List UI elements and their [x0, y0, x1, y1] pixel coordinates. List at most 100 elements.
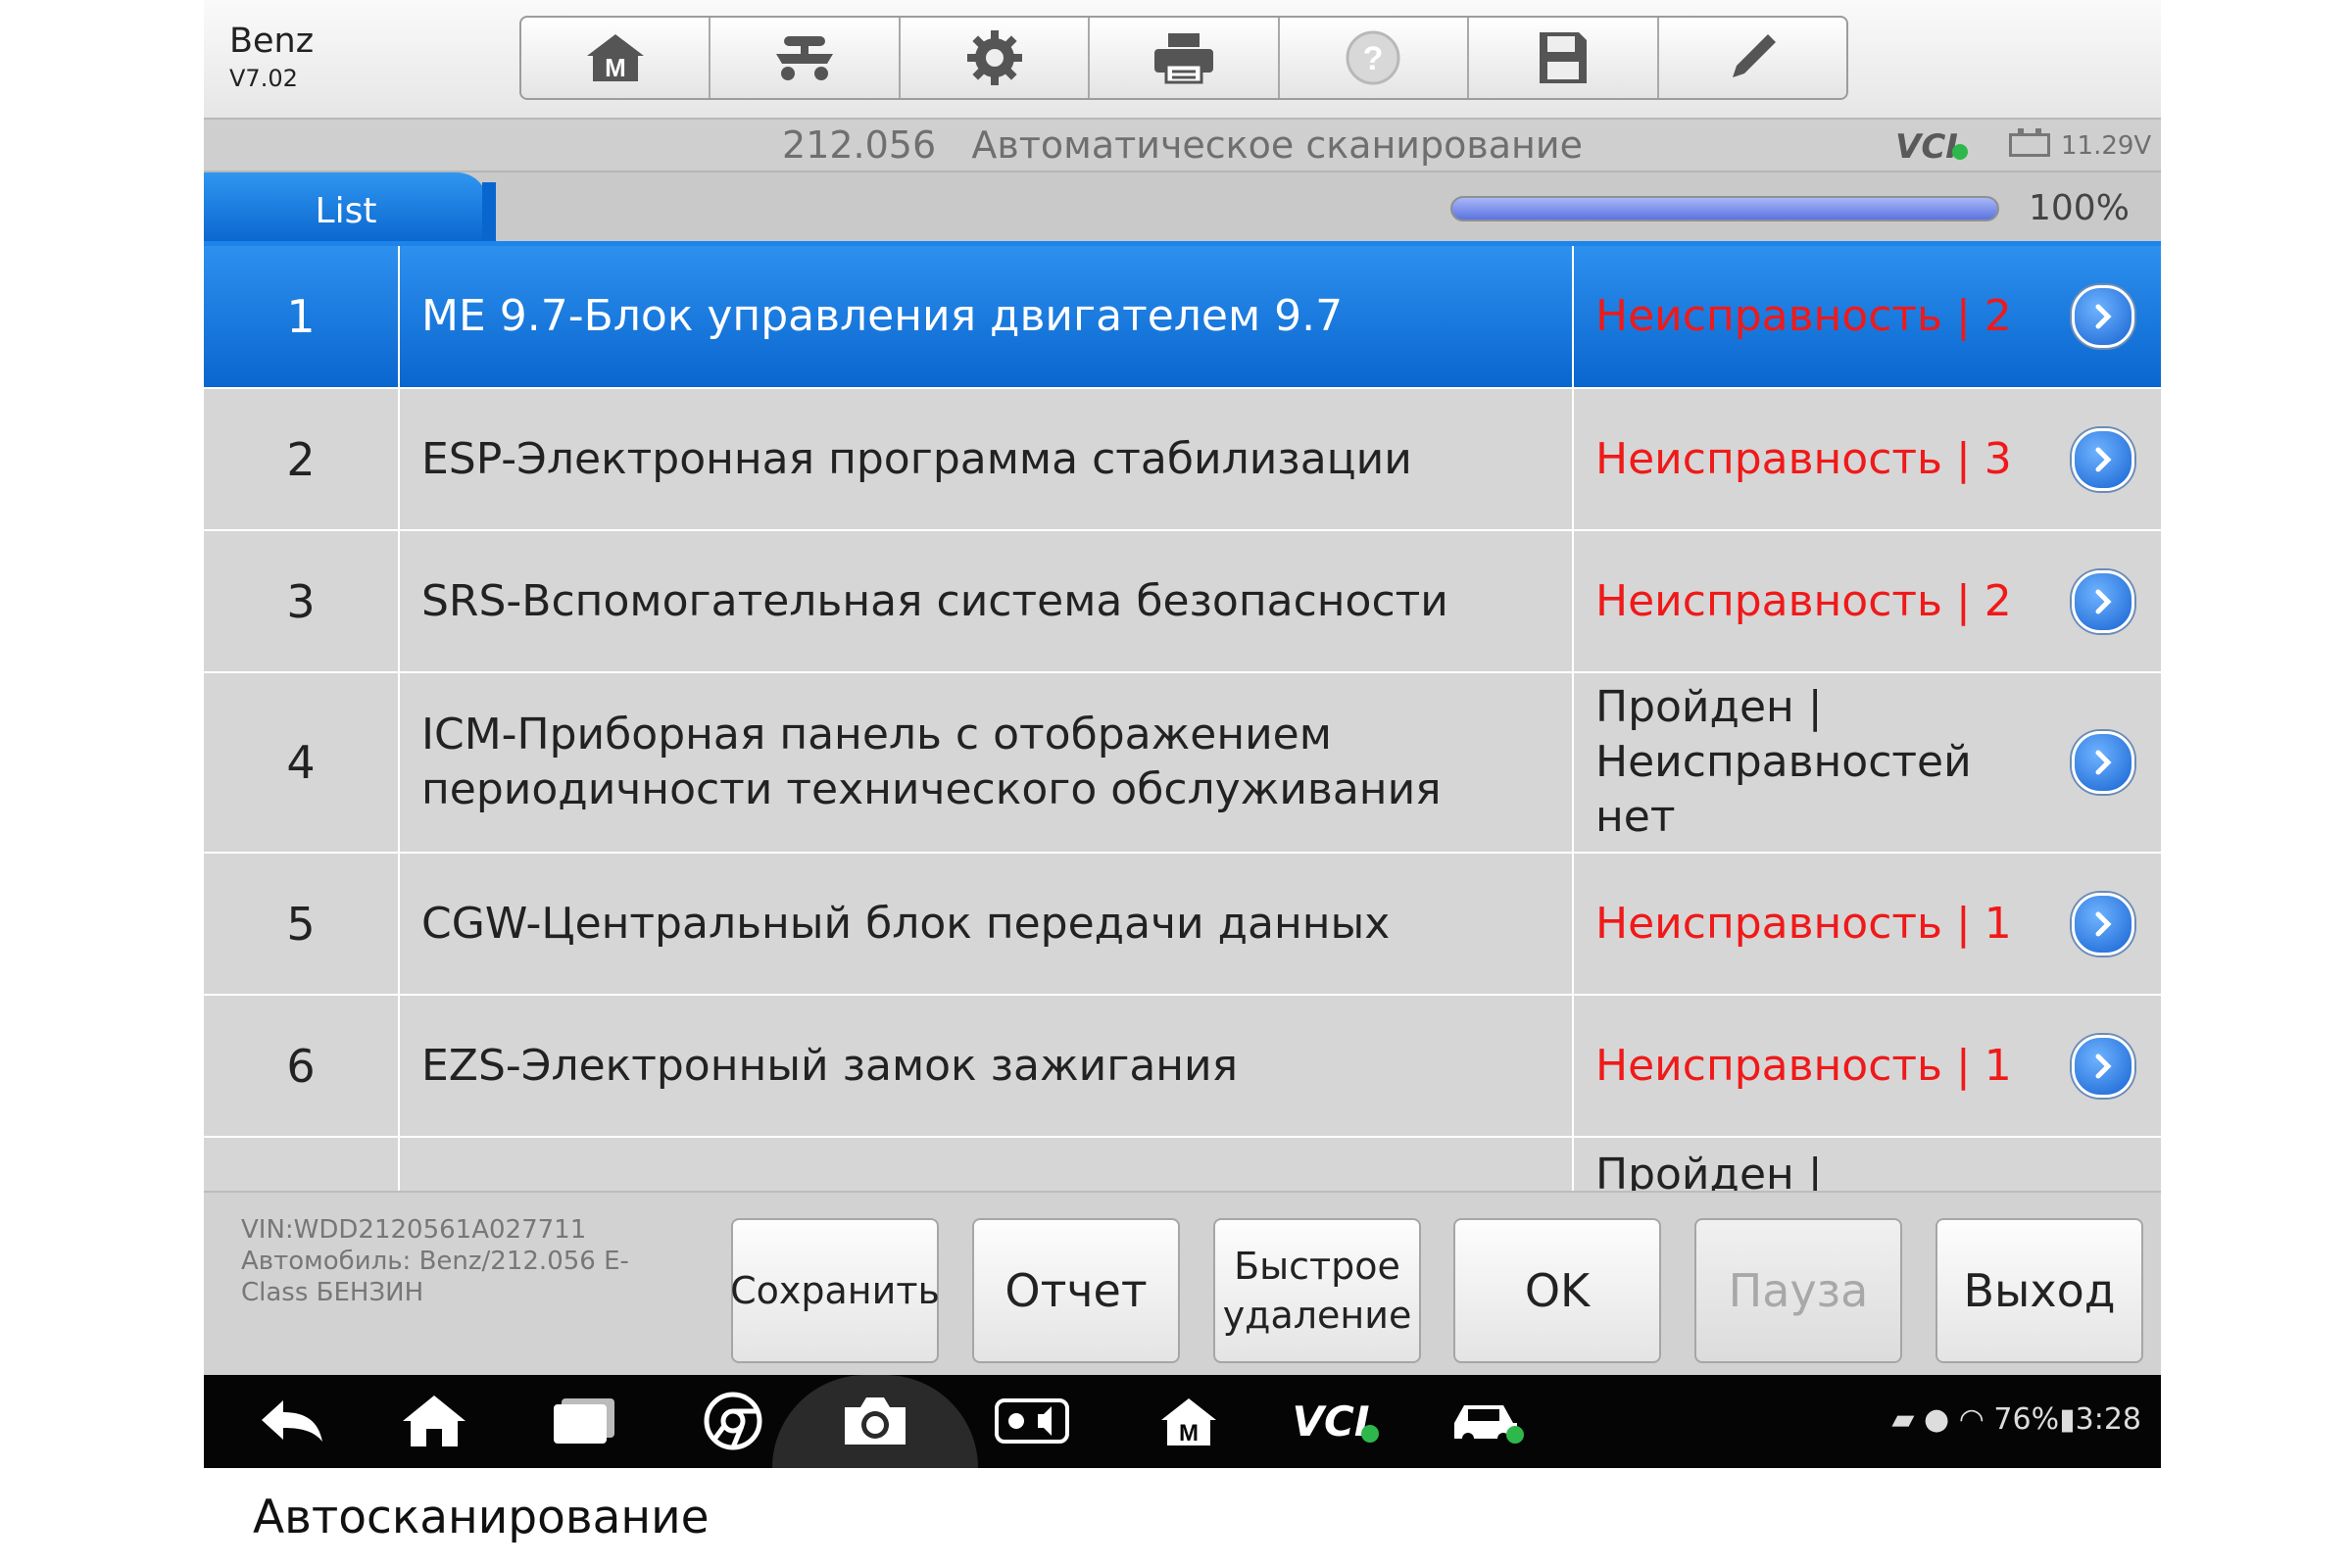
chevron-right-icon [2095, 304, 2112, 329]
chrome-icon [704, 1392, 762, 1450]
svg-text:?: ? [1363, 40, 1384, 77]
chevron-right-icon [2095, 447, 2112, 471]
row-number: 2 [204, 389, 400, 529]
list-row[interactable]: 1 ME 9.7-Блок управления двигателем 9.7 … [204, 246, 2161, 389]
system-name: SRS-Вспомогательная система безопасности [400, 531, 1574, 671]
row-open-button[interactable] [2071, 892, 2134, 956]
camera-button[interactable] [836, 1387, 914, 1455]
row-open-button[interactable] [2071, 569, 2134, 633]
pen-icon [1733, 34, 1777, 77]
row-open-button[interactable] [2071, 427, 2134, 491]
list-row[interactable]: 4 ICM-Приборная панель с отображением пе… [204, 673, 2161, 854]
chevron-right-icon [2095, 589, 2112, 613]
print-button[interactable] [1090, 18, 1280, 98]
app-window: Benz V7.02 M ? 212.056 Автоматическое ск… [204, 0, 2161, 1468]
vci-status: VCI [1895, 127, 1968, 167]
system-status: Неисправность | 3 [1595, 433, 2012, 484]
brand-name: Benz [229, 22, 315, 61]
svg-text:M: M [1179, 1420, 1199, 1446]
system-status: Пройден | Неисправностей нет [1595, 682, 1972, 842]
row-open-button[interactable] [2071, 1034, 2134, 1098]
chrome-button[interactable] [694, 1387, 772, 1455]
vehicle-info: VIN:WDD2120561A027711 Автомобиль: Benz/2… [241, 1214, 633, 1308]
tab-row: List 100% [204, 172, 2161, 243]
home-m-icon: M [586, 34, 644, 82]
vci-button[interactable]: VCI [1287, 1387, 1385, 1455]
row-number: 1 [204, 246, 400, 387]
ok-button[interactable]: OK [1453, 1218, 1661, 1363]
system-name: EZS-Электронный замок зажигания [400, 996, 1574, 1136]
save-button[interactable]: Сохранить [730, 1218, 940, 1363]
row-number: 3 [204, 531, 400, 671]
car-icon [1454, 1405, 1524, 1445]
battery-percent: 76% [1993, 1402, 2060, 1437]
page-title: 212.056 Автоматическое сканирование [782, 123, 1583, 167]
tab-list[interactable]: List [204, 172, 496, 243]
scan-progress-fill [1452, 198, 1997, 220]
save-disk-icon [1539, 32, 1587, 83]
report-button[interactable]: Отчет [972, 1218, 1180, 1363]
camera-icon [845, 1397, 906, 1445]
recent-apps-icon [554, 1398, 614, 1444]
settings-button[interactable] [901, 18, 1091, 98]
row-number: 4 [204, 673, 400, 852]
system-status: Неисправность | 2 [1595, 291, 2012, 341]
back-button[interactable] [253, 1387, 331, 1455]
notification-icon: ▰ [1891, 1402, 1915, 1437]
back-icon [262, 1400, 322, 1442]
vehicle-lift-icon [776, 36, 834, 80]
bluetooth-icon: ● [1923, 1402, 1950, 1437]
list-row[interactable]: 3 SRS-Вспомогательная система безопаснос… [204, 531, 2161, 673]
system-name [400, 1138, 1574, 1191]
list-row[interactable]: 6 EZS-Электронный замок зажигания Неиспр… [204, 996, 2161, 1138]
title-bar: 212.056 Автоматическое сканирование VCI … [204, 120, 2161, 172]
brand: Benz V7.02 [229, 22, 314, 96]
home-button[interactable]: M [521, 18, 711, 98]
row-open-button[interactable] [2071, 285, 2134, 348]
system-status: Пройден | [1595, 1150, 1823, 1191]
top-toolbar: Benz V7.02 M ? [204, 0, 2161, 120]
vci-ok-icon [1361, 1425, 1380, 1443]
maxisys-home-button[interactable]: M [1150, 1387, 1228, 1455]
list-row[interactable]: 5 CGW-Центральный блок передачи данных Н… [204, 854, 2161, 996]
system-status: Неисправность | 2 [1595, 575, 2012, 626]
vehicle-text: Автомобиль: Benz/212.056 E-Class БЕНЗИН [241, 1247, 629, 1307]
recent-apps-button[interactable] [545, 1387, 623, 1455]
maxisys-home-icon: M [1161, 1398, 1216, 1446]
exit-button[interactable]: Выход [1936, 1218, 2143, 1363]
system-name: CGW-Центральный блок передачи данных [400, 854, 1574, 994]
pause-button[interactable]: Пауза [1694, 1218, 1902, 1363]
save-button-top[interactable] [1469, 18, 1659, 98]
system-status: Неисправность | 1 [1595, 898, 2012, 949]
scan-progress-text: 100% [2029, 188, 2130, 228]
edit-button[interactable] [1659, 18, 1846, 98]
brightness-volume-button[interactable] [988, 1387, 1076, 1455]
list-row[interactable]: Пройден | [204, 1138, 2161, 1191]
chevron-right-icon [2095, 1054, 2112, 1078]
wifi-icon: ◠ [1958, 1402, 1984, 1437]
help-button[interactable]: ? [1280, 18, 1470, 98]
row-open-button[interactable] [2071, 731, 2134, 794]
android-home-button[interactable] [395, 1387, 473, 1455]
system-list: 1 ME 9.7-Блок управления двигателем 9.7 … [204, 246, 2161, 1191]
system-name: ME 9.7-Блок управления двигателем 9.7 [400, 246, 1574, 387]
row-number [204, 1138, 400, 1191]
toolbar-buttons: M ? [519, 16, 1848, 100]
vehicle-button[interactable] [1444, 1387, 1532, 1455]
vci-icon: VCI [1292, 1396, 1370, 1446]
quick-clear-button[interactable]: Быстрое удаление [1213, 1218, 1421, 1363]
vci-connected-icon [1951, 144, 1968, 160]
battery-icon [2009, 128, 2050, 157]
chevron-right-icon [2095, 750, 2112, 775]
clock: 3:28 [2075, 1402, 2141, 1437]
vin-text: VIN:WDD2120561A027711 [241, 1215, 587, 1245]
system-name: ICM-Приборная панель с отображением пери… [400, 673, 1574, 852]
printer-icon [1153, 33, 1213, 84]
list-row[interactable]: 2 ESP-Электронная программа стабилизации… [204, 389, 2161, 531]
figure-caption: Автосканирование [253, 1491, 710, 1544]
scan-progress-bar [1450, 196, 1999, 221]
vehicle-lift-button[interactable] [710, 18, 901, 98]
gear-icon [966, 30, 1022, 85]
footer-bar: VIN:WDD2120561A027711 Автомобиль: Benz/2… [204, 1191, 2161, 1377]
brand-version: V7.02 [229, 65, 298, 92]
